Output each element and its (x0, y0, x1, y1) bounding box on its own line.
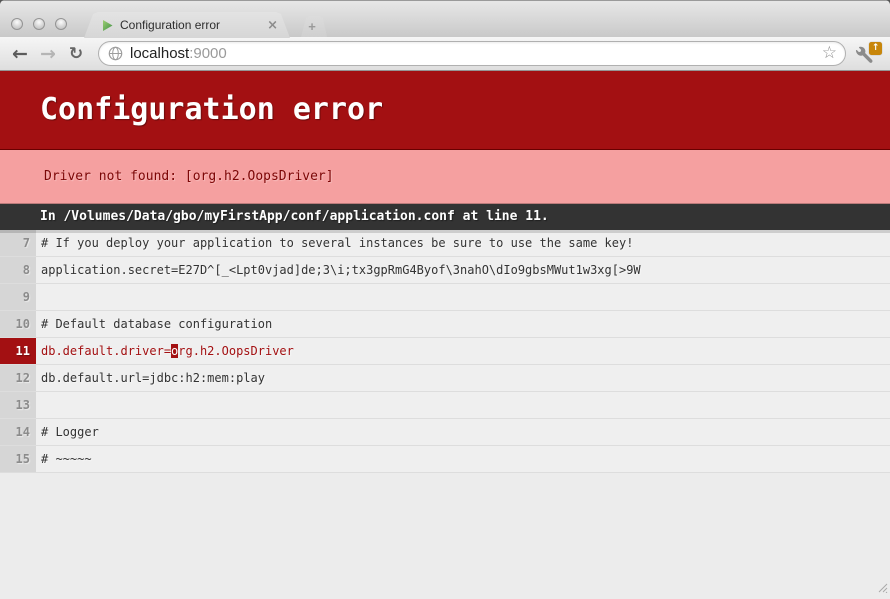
forward-button[interactable]: → (36, 42, 60, 66)
code-line: 14 # Logger (0, 419, 890, 446)
page-title: Configuration error (0, 71, 890, 150)
code-line: 13 (0, 392, 890, 419)
line-number: 12 (0, 365, 36, 391)
line-code: db.default.url=jdbc:h2:mem:play (36, 365, 890, 391)
code-line: 7 # If you deploy your application to se… (0, 230, 890, 257)
close-window-button[interactable] (11, 18, 23, 30)
titlebar: Configuration error × + (0, 0, 890, 37)
line-number: 13 (0, 392, 36, 418)
play-favicon-icon (101, 19, 114, 32)
code-line-error: 11 db.default.driver=org.h2.OopsDriver (0, 338, 890, 365)
url-port: :9000 (189, 45, 227, 62)
back-arrow-icon: ← (12, 43, 28, 65)
error-location: In /Volumes/Data/gbo/myFirstApp/conf/app… (0, 204, 890, 230)
line-number: 7 (0, 230, 36, 256)
tab-title: Configuration error (120, 18, 261, 32)
url-host: localhost (130, 45, 189, 62)
window-controls (11, 18, 67, 30)
plus-icon: + (308, 19, 316, 34)
line-code (36, 392, 890, 418)
wrench-menu-button[interactable]: ↑ (854, 41, 882, 67)
code-after-marker: rg.h2.OopsDriver (178, 344, 294, 358)
bookmark-star-icon[interactable]: ☆ (822, 45, 837, 62)
code-line: 15 # ~~~~~ (0, 446, 890, 473)
code-line: 8 application.secret=E27D^[_<Lpt0vjad]de… (0, 257, 890, 284)
line-code: application.secret=E27D^[_<Lpt0vjad]de;3… (36, 257, 890, 283)
address-bar[interactable]: localhost:9000 ☆ (98, 41, 846, 66)
line-number: 10 (0, 311, 36, 337)
code-line: 12 db.default.url=jdbc:h2:mem:play (0, 365, 890, 392)
up-arrow-icon: ↑ (872, 43, 880, 53)
line-code: db.default.driver=org.h2.OopsDriver (36, 338, 890, 364)
line-code: # Logger (36, 419, 890, 445)
tab-configuration-error[interactable]: Configuration error × (84, 12, 290, 38)
globe-icon (108, 46, 123, 61)
line-code: # ~~~~~ (36, 446, 890, 472)
line-number: 11 (0, 338, 36, 364)
update-badge-icon: ↑ (869, 42, 882, 55)
reload-icon: ↻ (69, 44, 83, 64)
tab-close-icon[interactable]: × (267, 19, 278, 32)
new-tab-button[interactable]: + (297, 16, 327, 37)
line-number: 15 (0, 446, 36, 472)
error-page: Configuration error Driver not found: [o… (0, 71, 890, 599)
line-number: 8 (0, 257, 36, 283)
browser-window: Configuration error × + ← → ↻ localhost (0, 0, 890, 599)
back-button[interactable]: ← (8, 42, 32, 66)
error-detail: Driver not found: [org.h2.OopsDriver] (0, 150, 890, 204)
code-line: 9 (0, 284, 890, 311)
reload-button[interactable]: ↻ (64, 42, 88, 66)
line-code: # Default database configuration (36, 311, 890, 337)
line-number: 9 (0, 284, 36, 310)
minimize-window-button[interactable] (33, 18, 45, 30)
forward-arrow-icon: → (40, 43, 56, 65)
zoom-window-button[interactable] (55, 18, 67, 30)
line-code: # If you deploy your application to seve… (36, 230, 890, 256)
url-text: localhost:9000 (130, 45, 815, 62)
line-code (36, 284, 890, 310)
line-number: 14 (0, 419, 36, 445)
resize-grip[interactable] (875, 578, 888, 597)
code-line: 10 # Default database configuration (0, 311, 890, 338)
browser-toolbar: ← → ↻ localhost:9000 ☆ ↑ (0, 37, 890, 71)
code-before-marker: db.default.driver= (41, 344, 171, 358)
